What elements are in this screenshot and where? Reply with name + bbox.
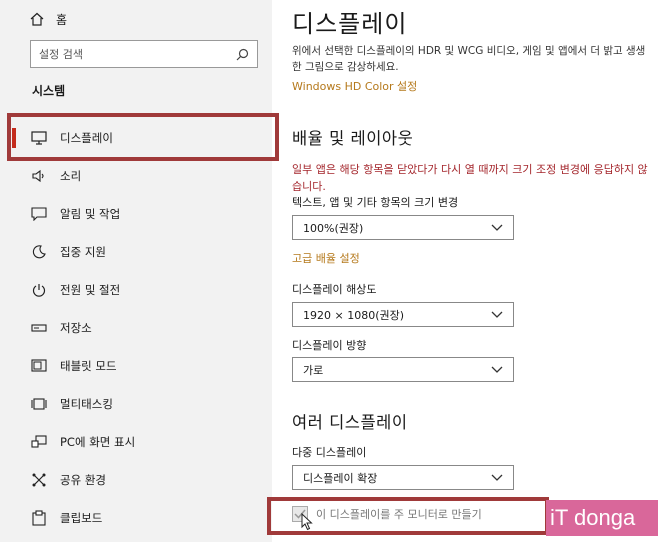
sidebar-item-sound[interactable]: 소리 <box>30 164 260 188</box>
orientation-label: 디스플레이 방향 <box>292 339 367 352</box>
sidebar-item-display[interactable]: 디스플레이 <box>12 126 260 150</box>
chevron-down-icon <box>491 474 503 481</box>
multiple-displays-heading: 여러 디스플레이 <box>292 413 408 432</box>
text-size-dropdown[interactable]: 100%(권장) <box>292 215 514 240</box>
sidebar-item-label: 태블릿 모드 <box>60 359 117 373</box>
sidebar-item-label: 소리 <box>60 169 82 183</box>
project-icon <box>30 433 48 451</box>
sidebar-item-multitasking[interactable]: 멀티태스킹 <box>30 392 260 416</box>
main-display-checkbox-label: 이 디스플레이를 주 모니터로 만들기 <box>316 508 482 521</box>
multiple-displays-dropdown[interactable]: 디스플레이 확장 <box>292 465 514 490</box>
sidebar-item-share[interactable]: 공유 환경 <box>30 468 260 492</box>
text-size-label: 텍스트, 앱 및 기타 항목의 크기 변경 <box>292 196 459 209</box>
monitor-icon <box>30 129 48 147</box>
sidebar-item-power[interactable]: 전원 및 절전 <box>30 278 260 302</box>
home-icon <box>30 12 44 26</box>
tablet-icon <box>30 357 48 375</box>
speaker-icon <box>30 167 48 185</box>
scale-layout-heading: 배율 및 레이아웃 <box>292 129 414 148</box>
resolution-value: 1920 × 1080(권장) <box>303 308 405 322</box>
sidebar-item-clipboard[interactable]: 클립보드 <box>30 506 260 530</box>
section-title: 시스템 <box>32 84 66 98</box>
sidebar-item-project[interactable]: PC에 화면 표시 <box>30 430 260 454</box>
sidebar-item-label: 알림 및 작업 <box>60 207 121 221</box>
search-input[interactable]: 설정 검색 <box>30 40 258 68</box>
chevron-down-icon <box>491 366 503 373</box>
notification-icon <box>30 205 48 223</box>
scale-warning: 일부 앱은 해당 항목을 닫았다가 다시 열 때까지 크기 조정 변경에 응답하… <box>292 163 648 193</box>
orientation-dropdown[interactable]: 가로 <box>292 357 514 382</box>
hdr-description: 위에서 선택한 디스플레이의 HDR 및 WCG 비디오, 게임 및 앱에서 더… <box>292 45 646 73</box>
sidebar-item-label: 저장소 <box>60 321 92 335</box>
main-display-checkbox-row[interactable]: 이 디스플레이를 주 모니터로 만들기 <box>292 503 482 525</box>
power-icon <box>30 281 48 299</box>
page-title: 디스플레이 <box>292 10 408 38</box>
sidebar-item-label: 공유 환경 <box>60 473 106 487</box>
sidebar-item-focus-assist[interactable]: 집중 지원 <box>30 240 260 264</box>
home-label: 홈 <box>56 12 68 27</box>
multiple-displays-label: 다중 디스플레이 <box>292 446 367 459</box>
orientation-value: 가로 <box>303 363 324 377</box>
watermark-logo: iT donga <box>546 500 658 536</box>
windows-hd-color-link[interactable]: Windows HD Color 설정 <box>292 78 417 94</box>
sidebar-item-storage[interactable]: 저장소 <box>30 316 260 340</box>
mouse-cursor-icon <box>301 513 313 531</box>
sidebar-item-notifications[interactable]: 알림 및 작업 <box>30 202 260 226</box>
text-size-value: 100%(권장) <box>303 221 364 235</box>
sidebar: 홈 설정 검색 시스템 디스플레이 소리 알림 및 작업 집중 지원 전원 및 … <box>0 0 272 542</box>
search-placeholder: 설정 검색 <box>39 48 83 61</box>
multiple-displays-value: 디스플레이 확장 <box>303 471 378 485</box>
resolution-label: 디스플레이 해상도 <box>292 283 377 296</box>
sidebar-item-label: 클립보드 <box>60 511 103 525</box>
chevron-down-icon <box>491 311 503 318</box>
clipboard-icon <box>30 509 48 527</box>
share-icon <box>30 471 48 489</box>
search-icon <box>236 48 249 60</box>
sidebar-item-label: 집중 지원 <box>60 245 106 259</box>
main-content: 디스플레이 위에서 선택한 디스플레이의 HDR 및 WCG 비디오, 게임 및… <box>272 0 658 542</box>
sidebar-item-label: 디스플레이 <box>60 131 113 145</box>
moon-icon <box>30 243 48 261</box>
home-link[interactable]: 홈 <box>30 8 67 30</box>
sidebar-item-label: PC에 화면 표시 <box>60 435 136 449</box>
sidebar-item-label: 전원 및 절전 <box>60 283 121 297</box>
multitask-icon <box>30 395 48 413</box>
sidebar-item-tablet[interactable]: 태블릿 모드 <box>30 354 260 378</box>
sidebar-item-label: 멀티태스킹 <box>60 397 113 411</box>
resolution-dropdown[interactable]: 1920 × 1080(권장) <box>292 302 514 327</box>
chevron-down-icon <box>491 224 503 231</box>
storage-icon <box>30 319 48 337</box>
advanced-scale-link[interactable]: 고급 배율 설정 <box>292 250 360 266</box>
